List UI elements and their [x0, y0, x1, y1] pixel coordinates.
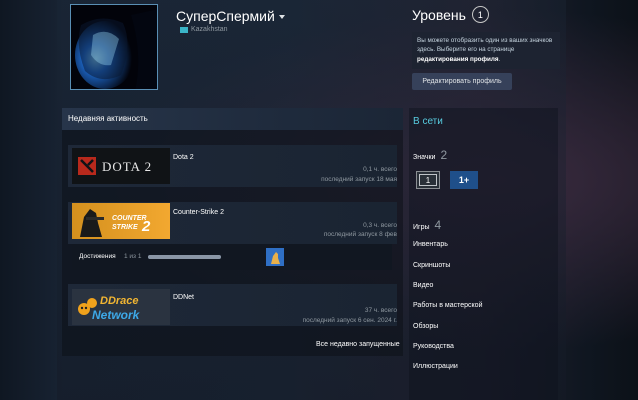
achievements-count: 1 из 1	[124, 253, 142, 260]
badge-item-label: 1	[419, 174, 437, 186]
games-label: Игры	[413, 224, 430, 231]
badges-header[interactable]: Значки 2	[413, 148, 447, 162]
country-location: Kazakhstan	[180, 26, 228, 33]
level-header: Уровень 1	[412, 6, 489, 23]
game-hours-cs2: 0,3 ч. всего	[363, 222, 397, 229]
edit-profile-link[interactable]: редактирования профиля	[417, 56, 499, 63]
game-capsule-cs2[interactable]: COUNTER STRIKE 2	[72, 203, 170, 239]
game-last-played-cs2: последний запуск 8 фев	[323, 231, 397, 238]
game-name-cs2[interactable]: Counter-Strike 2	[173, 209, 224, 216]
sidebar-link-guides[interactable]: Руководства	[413, 343, 454, 350]
username: СуперСпермий	[176, 8, 275, 24]
games-header[interactable]: Игры 4	[413, 218, 441, 232]
svg-text:STRIKE: STRIKE	[112, 224, 138, 231]
sidebar-link-inventory[interactable]: Инвентарь	[413, 241, 448, 248]
chevron-down-icon	[278, 15, 285, 19]
recent-activity-header: Недавняя активность	[62, 108, 403, 130]
game-hours-ddnet: 37 ч. всего	[364, 307, 397, 314]
svg-text:DDrace: DDrace	[100, 295, 139, 307]
game-name-dota2[interactable]: Dota 2	[173, 154, 194, 161]
level-info-end: .	[498, 55, 501, 63]
game-name-ddnet[interactable]: DDNet	[173, 294, 194, 301]
sidebar-link-reviews[interactable]: Обзоры	[413, 323, 438, 330]
achievements-progress-bar	[148, 255, 221, 259]
games-count: 4	[434, 218, 442, 232]
game-last-played-ddnet: последний запуск 6 сен. 2024 г.	[302, 317, 397, 324]
achievement-icon[interactable]	[266, 248, 284, 266]
country-name: Kazakhstan	[191, 26, 228, 33]
sidebar-link-screenshots[interactable]: Скриншоты	[413, 262, 450, 269]
svg-text:Network: Network	[92, 308, 141, 322]
badge-item[interactable]: 1	[416, 171, 440, 189]
avatar[interactable]	[70, 4, 158, 90]
badges-label: Значки	[413, 154, 436, 161]
level-label: Уровень	[412, 6, 466, 23]
edit-profile-button[interactable]: Редактировать профиль	[412, 73, 512, 90]
level-info-text: Вы можете отобразить один из ваших значк…	[417, 37, 553, 54]
level-badge-info: Вы можете отобразить один из ваших значк…	[412, 32, 560, 69]
game-last-played-dota2: последний запуск 18 мая	[321, 176, 397, 183]
game-hours-dota2: 0,1 ч. всего	[363, 166, 397, 173]
sidebar-link-workshop[interactable]: Работы в мастерской	[413, 302, 483, 309]
username-dropdown[interactable]: СуперСпермий	[176, 8, 285, 24]
svg-text:2: 2	[141, 218, 151, 235]
recent-activity-title: Недавняя активность	[68, 114, 148, 123]
sidebar-link-artwork[interactable]: Иллюстрации	[413, 363, 458, 370]
level-badge: 1	[471, 6, 489, 23]
badges-count: 2	[440, 148, 448, 162]
online-status: В сети	[413, 116, 443, 127]
achievements-label: Достижения	[79, 253, 116, 260]
game-capsule-dota2[interactable]: DOTA 2	[72, 148, 170, 184]
all-recent-games-link[interactable]: Все недавно запущенные	[316, 341, 400, 348]
badge-item[interactable]: 1+	[450, 171, 478, 189]
game-capsule-ddnet[interactable]: DDrace Network	[72, 289, 170, 325]
sidebar-link-videos[interactable]: Видео	[413, 282, 433, 289]
achievements-row[interactable]	[72, 244, 392, 270]
dota2-capsule-text: DOTA 2	[102, 159, 152, 174]
achievements-progress-fill	[148, 255, 221, 259]
kazakhstan-flag-icon	[180, 26, 188, 33]
